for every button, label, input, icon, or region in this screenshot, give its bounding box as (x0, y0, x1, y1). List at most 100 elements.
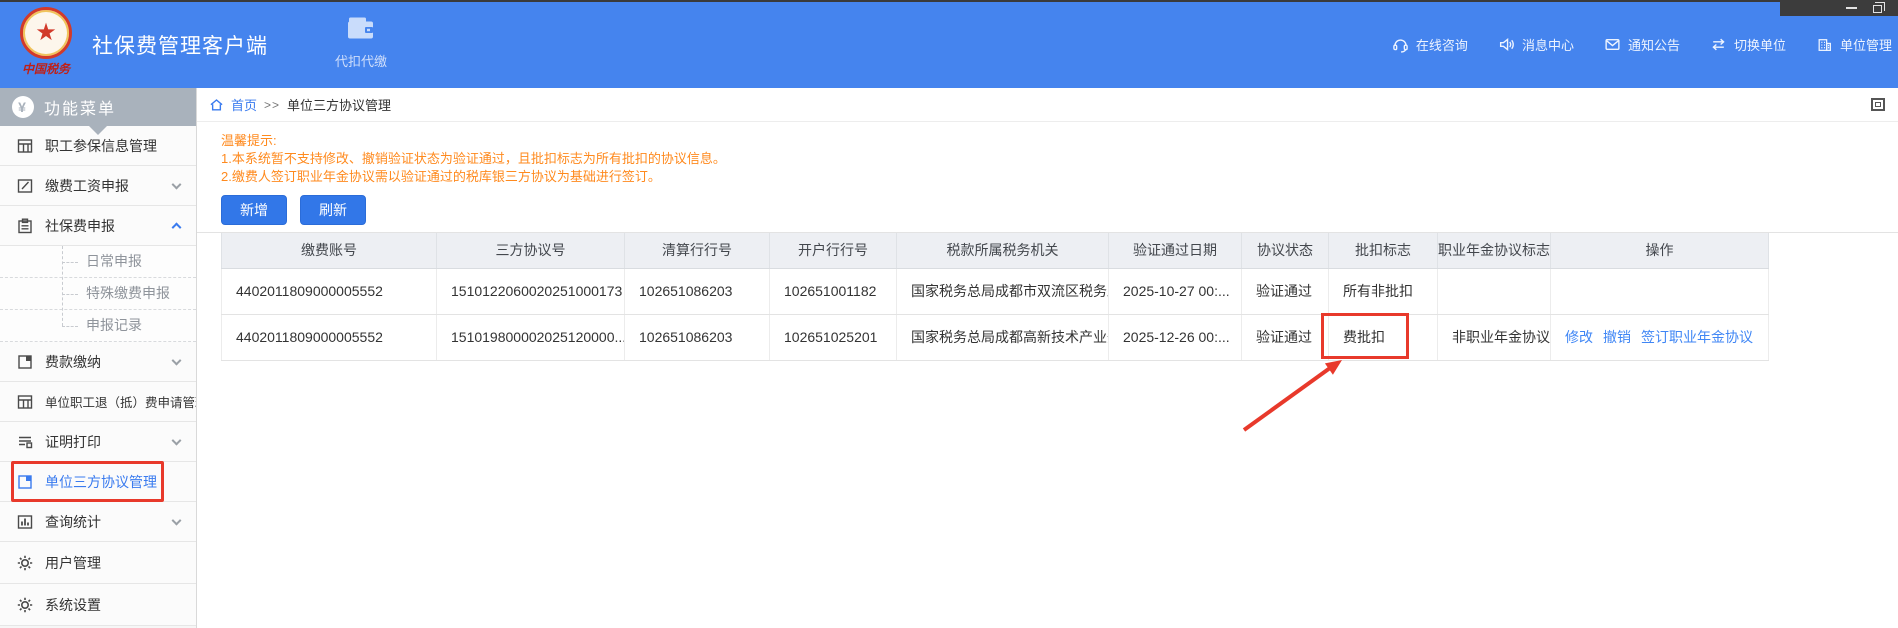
sidebar-item-label: 职工参保信息管理 (45, 136, 157, 156)
swap-icon (1710, 36, 1727, 53)
sidebar-item-label: 费款缴纳 (45, 352, 101, 372)
col-header-verify-date: 验证通过日期 (1109, 233, 1242, 268)
table-cell-batch-flag: 费批扣 (1329, 314, 1438, 360)
menu-label: 消息中心 (1522, 35, 1574, 54)
menu-message-center[interactable]: 消息中心 (1498, 35, 1574, 54)
revoke-link[interactable]: 撤销 (1603, 329, 1631, 345)
table-cell: 2025-10-27 00:... (1109, 268, 1242, 314)
sidebar: ¥ 功能菜单 职工参保信息管理 缴费工资申报 社保费申报 (0, 88, 197, 628)
table-cell: 1510122060020251000173 (437, 268, 625, 314)
table-cell-actions: 修改撤销签订职业年金协议 (1551, 314, 1769, 360)
table-cell (1438, 268, 1551, 314)
menu-label: 通知公告 (1628, 35, 1680, 54)
breadcrumb-separator: >> (264, 98, 280, 112)
menu-online-consult[interactable]: 在线咨询 (1392, 35, 1468, 54)
table-cell: 2025-12-26 00:... (1109, 314, 1242, 360)
sidebar-item-certificate-print[interactable]: 证明打印 (0, 422, 196, 462)
breadcrumb-current: 单位三方协议管理 (287, 95, 391, 114)
sidebar-item-label: 查询统计 (45, 512, 101, 532)
refresh-button[interactable]: 刷新 (300, 195, 366, 225)
sidebar-item-social-fee-declare[interactable]: 社保费申报 (0, 206, 196, 246)
headset-icon (1392, 36, 1409, 53)
sidebar-header: ¥ 功能菜单 (0, 88, 196, 126)
col-header-clearing-bank-no: 清算行行号 (625, 233, 770, 268)
table-cell (1551, 268, 1769, 314)
book-icon (16, 353, 34, 371)
modify-link[interactable]: 修改 (1565, 329, 1593, 345)
sidebar-item-refund-request[interactable]: 单位职工退（抵）费申请管理 (0, 382, 196, 422)
chevron-down-icon (172, 179, 182, 189)
tax-emblem-icon: ★ (20, 7, 72, 59)
home-icon[interactable] (209, 97, 224, 112)
sidebar-item-label: 单位职工退（抵）费申请管理 (45, 392, 196, 411)
app-header: ★ 中国税务 社保费管理客户端 代扣代缴 在线咨询 (0, 0, 1898, 88)
menu-label: 单位管理 (1840, 35, 1892, 54)
menu-notices[interactable]: 通知公告 (1604, 35, 1680, 54)
add-button[interactable]: 新增 (221, 195, 287, 225)
envelope-icon (1604, 36, 1621, 53)
sidebar-subitem-daily-declare[interactable]: 日常申报 (0, 246, 196, 278)
logo-caption: 中国税务 (14, 60, 78, 77)
gear-icon (16, 596, 34, 614)
building-icon (1816, 36, 1833, 53)
chevron-down-icon (172, 435, 182, 445)
table-header-row: 缴费账号 三方协议号 清算行行号 开户行行号 税款所属税务机关 验证通过日期 协… (222, 233, 1769, 268)
table-cell: 国家税务总局成都市双流区税务局 (897, 268, 1109, 314)
menu-switch-unit[interactable]: 切换单位 (1710, 35, 1786, 54)
col-header-agreement-status: 协议状态 (1242, 233, 1329, 268)
col-header-payment-account: 缴费账号 (222, 233, 437, 268)
menu-unit-management[interactable]: 单位管理 (1816, 35, 1892, 54)
sidebar-subitem-declare-records[interactable]: 申报记录 (0, 310, 196, 342)
breadcrumb: 首页 >> 单位三方协议管理 (197, 88, 1898, 122)
col-header-annuity-flag: 职业年金协议标志 (1438, 233, 1551, 268)
table-cell: 4402011809000005552 (222, 314, 437, 360)
window-controls (1780, 0, 1898, 16)
agreement-table-wrap: 缴费账号 三方协议号 清算行行号 开户行行号 税款所属税务机关 验证通过日期 协… (197, 232, 1898, 361)
table-cell: 102651025201 (770, 314, 897, 360)
chevron-down-icon (172, 515, 182, 525)
agreement-table: 缴费账号 三方协议号 清算行行号 开户行行号 税款所属税务机关 验证通过日期 协… (221, 233, 1769, 361)
sidebar-item-label: 缴费工资申报 (45, 176, 129, 196)
table-row[interactable]: 4402011809000005552 15101220600202510001… (222, 268, 1769, 314)
sidebar-item-fee-payment[interactable]: 费款缴纳 (0, 342, 196, 382)
toolbar-item-withholding[interactable]: 代扣代缴 (322, 15, 400, 70)
toolbar-buttons: 新增 刷新 (221, 195, 1898, 225)
toolbar-item-label: 代扣代缴 (322, 51, 400, 70)
table-row[interactable]: 4402011809000005552 15101980000202512000… (222, 314, 1769, 360)
col-header-agreement-no: 三方协议号 (437, 233, 625, 268)
sidebar-item-salary-declare[interactable]: 缴费工资申报 (0, 166, 196, 206)
sidebar-subitem-label: 日常申报 (86, 253, 142, 269)
sidebar-item-user-management[interactable]: 用户管理 (0, 542, 196, 584)
restore-icon[interactable] (1873, 5, 1882, 13)
panel-expand-icon[interactable] (1871, 98, 1885, 111)
sidebar-item-tripartite-agreement[interactable]: 单位三方协议管理 (0, 462, 196, 502)
sidebar-item-system-settings[interactable]: 系统设置 (0, 584, 196, 626)
grid-icon (16, 137, 34, 155)
notice-block: 温馨提示: 1.本系统暂不支持修改、撤销验证状态为验证通过，且批扣标志为所有批扣… (221, 132, 1898, 186)
sidebar-subitem-special-payment[interactable]: 特殊缴费申报 (0, 278, 196, 310)
sidebar-item-label: 证明打印 (45, 432, 101, 452)
sidebar-item-query-statistics[interactable]: 查询统计 (0, 502, 196, 542)
breadcrumb-home[interactable]: 首页 (231, 95, 257, 114)
chevron-down-icon (172, 355, 182, 365)
book-icon (16, 473, 34, 491)
sign-annuity-link[interactable]: 签订职业年金协议 (1641, 329, 1753, 345)
sidebar-header-label: 功能菜单 (44, 95, 116, 119)
edit-icon (16, 177, 34, 195)
table-cell: 非职业年金协议 (1438, 314, 1551, 360)
minimize-icon[interactable] (1846, 7, 1857, 9)
table-cell: 验证通过 (1242, 314, 1329, 360)
sidebar-subitem-label: 特殊缴费申报 (86, 285, 170, 301)
app-title: 社保费管理客户端 (92, 30, 268, 60)
chevron-up-icon (172, 222, 182, 232)
col-header-batch-flag: 批扣标志 (1329, 233, 1438, 268)
table-cell: 151019800002025120000... (437, 314, 625, 360)
chart-icon (16, 513, 34, 531)
table-cell: 国家税务总局成都高新技术产业开... (897, 314, 1109, 360)
sidebar-item-label: 系统设置 (45, 595, 101, 615)
clipboard-icon (16, 217, 34, 235)
table-cell: 102651001182 (770, 268, 897, 314)
table-cell: 4402011809000005552 (222, 268, 437, 314)
gear-icon (16, 554, 34, 572)
menu-label: 在线咨询 (1416, 35, 1468, 54)
